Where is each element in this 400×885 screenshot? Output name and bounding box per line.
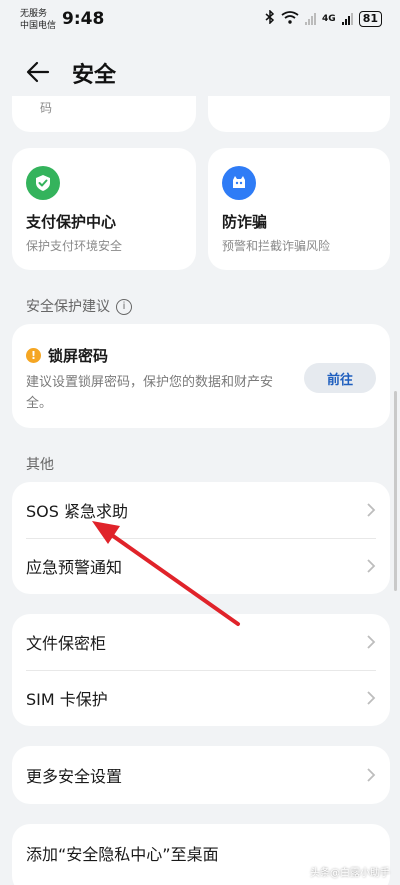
row-label: SIM 卡保护 xyxy=(26,690,108,709)
info-icon[interactable]: i xyxy=(116,299,132,315)
settings-group-emergency: SOS 紧急求助 应急预警通知 xyxy=(12,482,390,594)
watermark: 头条@白露小助手 xyxy=(310,868,390,879)
partial-card-right[interactable] xyxy=(208,96,390,132)
tile-anti-fraud[interactable]: 防诈骗 预警和拦截诈骗风险 xyxy=(208,148,390,270)
warning-icon: ! xyxy=(26,348,41,363)
bluetooth-icon xyxy=(265,9,275,27)
list-item-more-security[interactable]: 更多安全设置 xyxy=(12,747,390,803)
anti-fraud-icon xyxy=(222,166,256,200)
shield-check-icon xyxy=(26,166,60,200)
row-label: SOS 紧急求助 xyxy=(26,502,128,521)
list-item-sos[interactable]: SOS 紧急求助 xyxy=(12,482,390,538)
chevron-right-icon xyxy=(367,635,376,649)
battery-indicator: 81 xyxy=(358,10,382,27)
section-header-other: 其他 xyxy=(26,457,54,473)
list-item-sim-protection[interactable]: SIM 卡保护 xyxy=(12,670,390,726)
settings-scroll-area[interactable]: 码 支付保护中心 保护支付环境安全 防诈骗 预警和拦截诈骗风险 安全保护建议 i … xyxy=(0,96,400,885)
network-type-label: 4G xyxy=(322,13,336,24)
row-label: 文件保密柜 xyxy=(26,634,107,653)
carrier-info: 无服务 中国电信 xyxy=(20,8,56,32)
row-label: 应急预警通知 xyxy=(26,558,123,577)
tile-subtitle: 预警和拦截诈骗风险 xyxy=(222,239,331,253)
wifi-icon xyxy=(281,10,299,27)
page-title: 安全 xyxy=(72,63,117,88)
settings-group-privacy: 文件保密柜 SIM 卡保护 xyxy=(12,614,390,726)
status-icons: 4G 81 xyxy=(265,9,382,27)
settings-group-more: 更多安全设置 xyxy=(12,746,390,804)
tile-title: 防诈骗 xyxy=(222,213,268,231)
list-item-file-safe[interactable]: 文件保密柜 xyxy=(12,614,390,670)
chevron-right-icon xyxy=(367,768,376,782)
signal-icon-sim1 xyxy=(305,12,317,25)
suggestion-title: 锁屏密码 xyxy=(48,347,109,365)
suggestion-description: 建议设置锁屏密码，保护您的数据和财产安全。 xyxy=(26,375,274,411)
section-header-suggestions: 安全保护建议 i xyxy=(26,296,132,316)
list-item-emergency-alerts[interactable]: 应急预警通知 xyxy=(12,538,390,594)
status-time: 9:48 xyxy=(62,9,105,29)
status-bar: 无服务 中国电信 9:48 4G 81 xyxy=(0,0,400,40)
suggestion-card-lock-screen[interactable]: ! 锁屏密码 建议设置锁屏密码，保护您的数据和财产安全。 前往 xyxy=(12,324,390,428)
scrollbar[interactable] xyxy=(394,391,397,591)
chevron-right-icon xyxy=(367,559,376,573)
carrier-line-2: 中国电信 xyxy=(20,21,57,31)
row-label: 添加“安全隐私中心”至桌面 xyxy=(26,845,219,864)
chevron-right-icon xyxy=(367,503,376,517)
go-button[interactable]: 前往 xyxy=(304,363,376,393)
partial-card-left[interactable]: 码 xyxy=(12,96,196,132)
partial-card-text: 码 xyxy=(40,101,53,115)
signal-icon-sim2 xyxy=(341,12,353,25)
carrier-line-1: 无服务 xyxy=(20,9,48,19)
tile-payment-protection[interactable]: 支付保护中心 保护支付环境安全 xyxy=(12,148,196,270)
back-arrow-icon[interactable] xyxy=(24,58,52,86)
section-header-label: 安全保护建议 xyxy=(26,299,110,315)
tile-title: 支付保护中心 xyxy=(26,213,117,231)
chevron-right-icon xyxy=(367,691,376,705)
row-label: 更多安全设置 xyxy=(26,767,123,786)
title-bar: 安全 xyxy=(0,48,400,96)
tile-subtitle: 保护支付环境安全 xyxy=(26,239,123,253)
